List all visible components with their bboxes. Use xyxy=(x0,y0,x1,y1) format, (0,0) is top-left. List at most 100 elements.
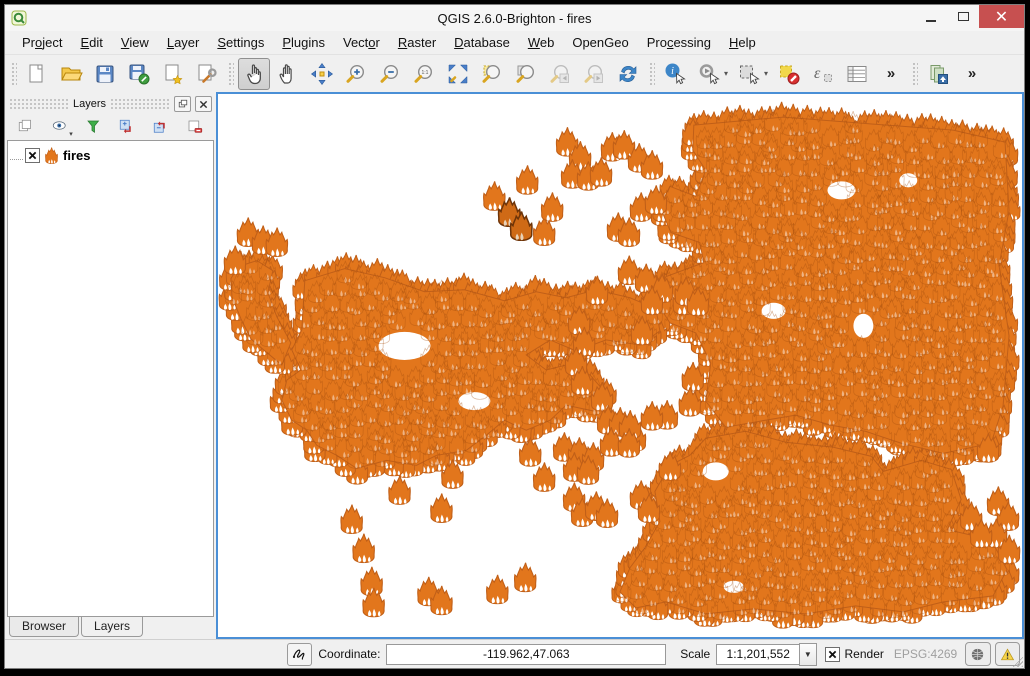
remove-layer-button[interactable] xyxy=(184,116,206,138)
open-project-button[interactable] xyxy=(55,58,87,90)
save-project-button[interactable] xyxy=(89,58,121,90)
tab-layers[interactable]: Layers xyxy=(81,617,143,637)
menu-project[interactable]: Project xyxy=(13,32,71,53)
opengeo-explorer-icon xyxy=(926,62,950,86)
deselect-all-button[interactable] xyxy=(773,58,805,90)
run-feature-action-button[interactable] xyxy=(693,58,725,90)
new-project-icon xyxy=(25,62,49,86)
toolbar-grip[interactable] xyxy=(227,61,234,87)
identify-features-icon: i xyxy=(663,62,687,86)
zoom-native-icon: 1:1 xyxy=(412,62,436,86)
manage-layer-visibility-button[interactable]: ▾ xyxy=(49,116,71,138)
toolbar-grip[interactable] xyxy=(648,61,655,87)
toolbar-overflow-button[interactable]: » xyxy=(875,58,907,90)
manage-layer-visibility-dropdown-arrow: ▾ xyxy=(69,130,73,138)
save-project-icon xyxy=(93,62,117,86)
menu-web[interactable]: Web xyxy=(519,32,564,53)
zoom-to-layer-button[interactable] xyxy=(510,58,542,90)
layers-panel-toolbar: ▾ xyxy=(7,114,214,140)
collapse-all-button[interactable] xyxy=(150,116,172,138)
menu-help[interactable]: Help xyxy=(720,32,765,53)
run-feature-action-dropdown-arrow[interactable]: ▾ xyxy=(724,69,732,78)
new-print-composer-button[interactable] xyxy=(157,58,189,90)
composer-manager-icon xyxy=(195,62,219,86)
layer-item-fires[interactable]: fires xyxy=(10,145,213,165)
menu-processing[interactable]: Processing xyxy=(638,32,720,53)
refresh-button[interactable] xyxy=(612,58,644,90)
menu-settings[interactable]: Settings xyxy=(208,32,273,53)
close-icon: ✕ xyxy=(995,7,1008,27)
mouse-position-toggle-button[interactable] xyxy=(287,643,312,666)
tracking-icon xyxy=(291,646,308,663)
zoom-native-button[interactable]: 1:1 xyxy=(408,58,440,90)
panel-handle-texture xyxy=(110,98,170,110)
composer-manager-button[interactable] xyxy=(191,58,223,90)
collapse-all-icon xyxy=(152,118,170,136)
new-print-composer-icon xyxy=(161,62,185,86)
save-project-as-button[interactable] xyxy=(123,58,155,90)
overflow-chevron-icon: » xyxy=(964,65,980,82)
zoom-full-button[interactable] xyxy=(442,58,474,90)
menu-raster[interactable]: Raster xyxy=(389,32,445,53)
menu-plugins[interactable]: Plugins xyxy=(273,32,334,53)
toolbar-grip[interactable] xyxy=(911,61,918,87)
scale-input[interactable] xyxy=(716,644,799,665)
zoom-last-button[interactable] xyxy=(544,58,576,90)
maximize-button[interactable] xyxy=(947,5,979,28)
map-canvas[interactable] xyxy=(216,92,1024,639)
fire-legend-icon xyxy=(44,147,59,164)
minimize-button[interactable] xyxy=(915,5,947,28)
warning-icon xyxy=(999,646,1016,663)
menu-edit[interactable]: Edit xyxy=(71,32,111,53)
select-features-button[interactable] xyxy=(733,58,765,90)
coordinate-label: Coordinate: xyxy=(318,647,380,661)
menu-view[interactable]: View xyxy=(112,32,158,53)
opengeo-explorer-button[interactable] xyxy=(922,58,954,90)
float-panel-button[interactable] xyxy=(174,96,191,112)
zoom-out-button[interactable] xyxy=(374,58,406,90)
pan-map-button[interactable] xyxy=(272,58,304,90)
save-project-as-icon xyxy=(127,62,151,86)
expand-all-button[interactable] xyxy=(116,116,138,138)
close-panel-button[interactable] xyxy=(195,96,212,112)
pan-to-selection-button[interactable] xyxy=(306,58,338,90)
manage-layer-visibility-icon xyxy=(51,118,69,136)
fire-cluster-fill xyxy=(231,117,1009,614)
toolbar-overflow-2-button[interactable]: » xyxy=(956,58,988,90)
add-group-button[interactable] xyxy=(15,116,37,138)
select-features-dropdown-arrow[interactable]: ▾ xyxy=(764,69,772,78)
menu-database[interactable]: Database xyxy=(445,32,519,53)
menu-bar: ProjectEditViewLayerSettingsPluginsVecto… xyxy=(5,31,1024,55)
menu-opengeo[interactable]: OpenGeo xyxy=(563,32,637,53)
status-bar: Coordinate: Scale ▼ Render EPSG:4269 xyxy=(5,639,1024,668)
check-x-icon xyxy=(28,151,37,160)
coordinate-input[interactable] xyxy=(386,644,666,665)
identify-features-button[interactable]: i xyxy=(659,58,691,90)
select-by-expression-icon: ε xyxy=(811,62,835,86)
crs-globe-icon xyxy=(969,646,986,663)
pan-map-icon xyxy=(276,62,300,86)
zoom-to-layer-icon xyxy=(514,62,538,86)
layers-dock: Layers ▾ fires Browser Layers xyxy=(5,92,216,639)
open-attribute-table-button[interactable] xyxy=(841,58,873,90)
menu-vector[interactable]: Vector xyxy=(334,32,389,53)
new-project-button[interactable] xyxy=(21,58,53,90)
tab-browser[interactable]: Browser xyxy=(9,617,79,637)
render-label: Render xyxy=(845,647,884,661)
main-area: Layers ▾ fires Browser Layers xyxy=(5,92,1024,639)
menu-layer[interactable]: Layer xyxy=(158,32,209,53)
toolbar-grip[interactable] xyxy=(10,61,17,87)
select-by-expression-button[interactable]: ε xyxy=(807,58,839,90)
zoom-in-icon xyxy=(344,62,368,86)
layer-visibility-checkbox[interactable] xyxy=(25,148,40,163)
crs-status-button[interactable] xyxy=(965,642,990,666)
zoom-in-button[interactable] xyxy=(340,58,372,90)
zoom-to-selection-button[interactable] xyxy=(476,58,508,90)
close-button[interactable]: ✕ xyxy=(979,5,1024,28)
scale-label: Scale xyxy=(680,647,710,661)
scale-dropdown-button[interactable]: ▼ xyxy=(799,643,816,666)
touch-zoom-pan-button[interactable] xyxy=(238,58,270,90)
filter-legend-button[interactable] xyxy=(83,116,105,138)
render-checkbox[interactable] xyxy=(825,647,840,662)
zoom-next-button[interactable] xyxy=(578,58,610,90)
